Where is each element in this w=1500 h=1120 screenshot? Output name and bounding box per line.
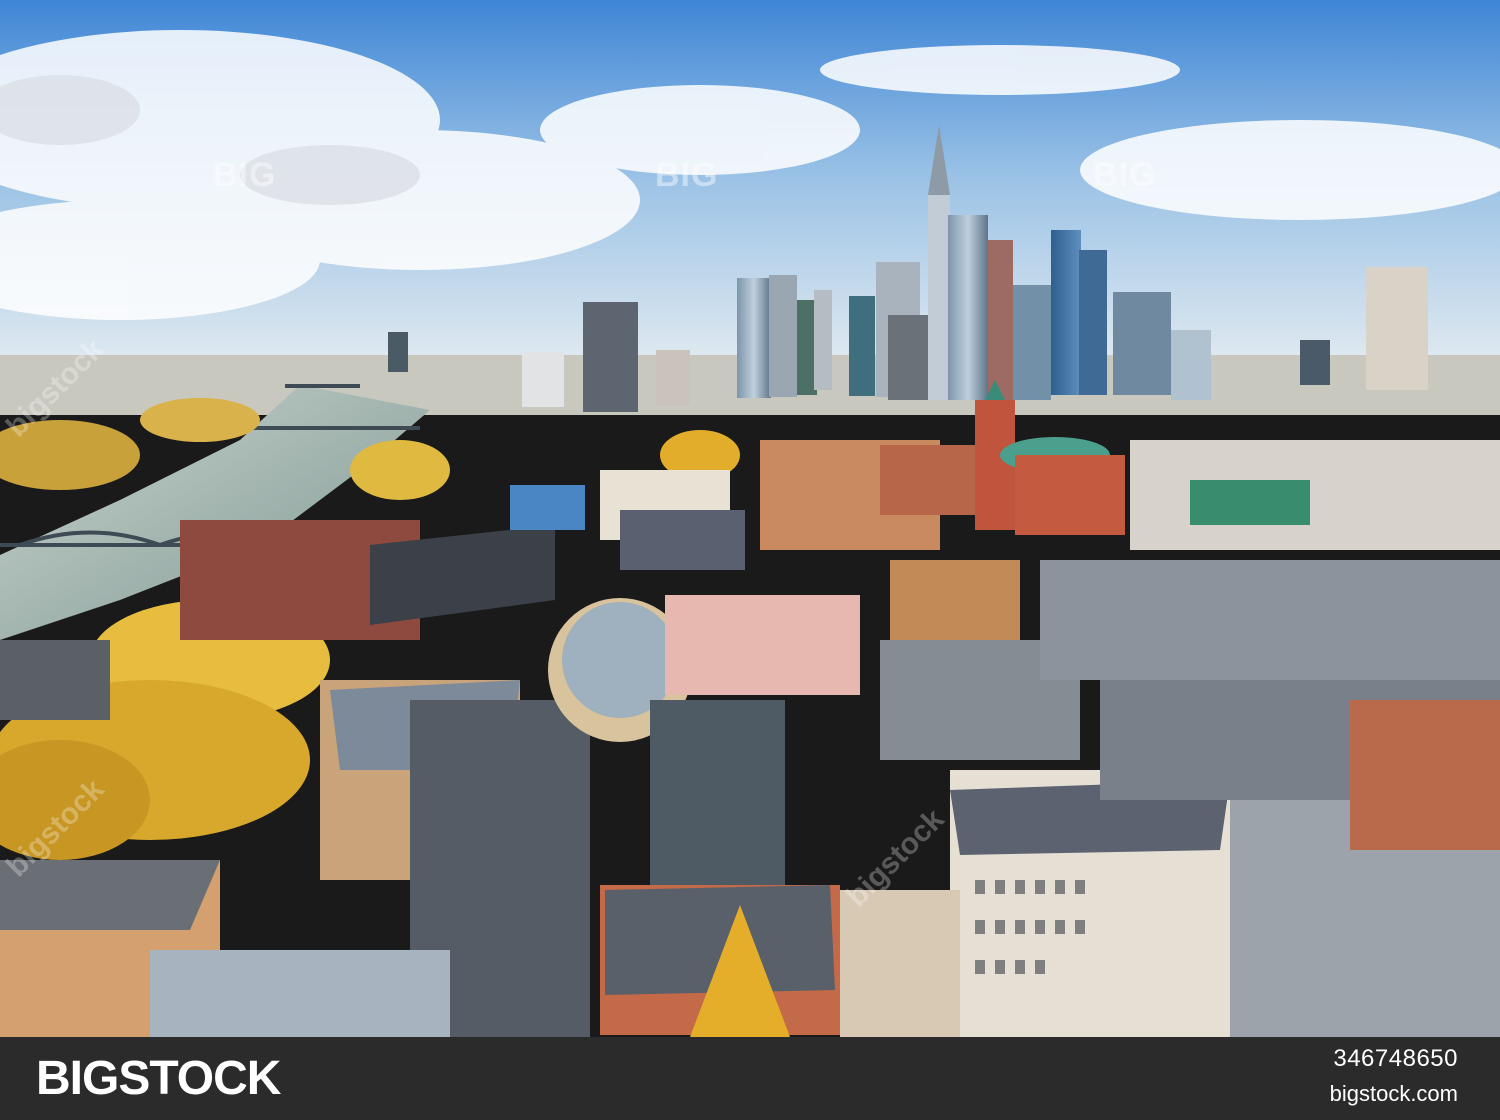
bigstock-logo: BIGSTOCK — [36, 1052, 281, 1105]
site-url: bigstock.com — [1329, 1081, 1458, 1106]
watermark-big: BIG — [213, 156, 277, 194]
footer-bar: BIGSTOCK 346748650 bigstock.com — [0, 1037, 1500, 1120]
watermark-big: BIG — [655, 156, 719, 194]
watermark-big: BIG — [1093, 156, 1157, 194]
stock-photo: BIG BIG BIG bigstock bigstock bigstock — [0, 0, 1500, 1037]
image-id: 346748650 — [1333, 1045, 1458, 1072]
